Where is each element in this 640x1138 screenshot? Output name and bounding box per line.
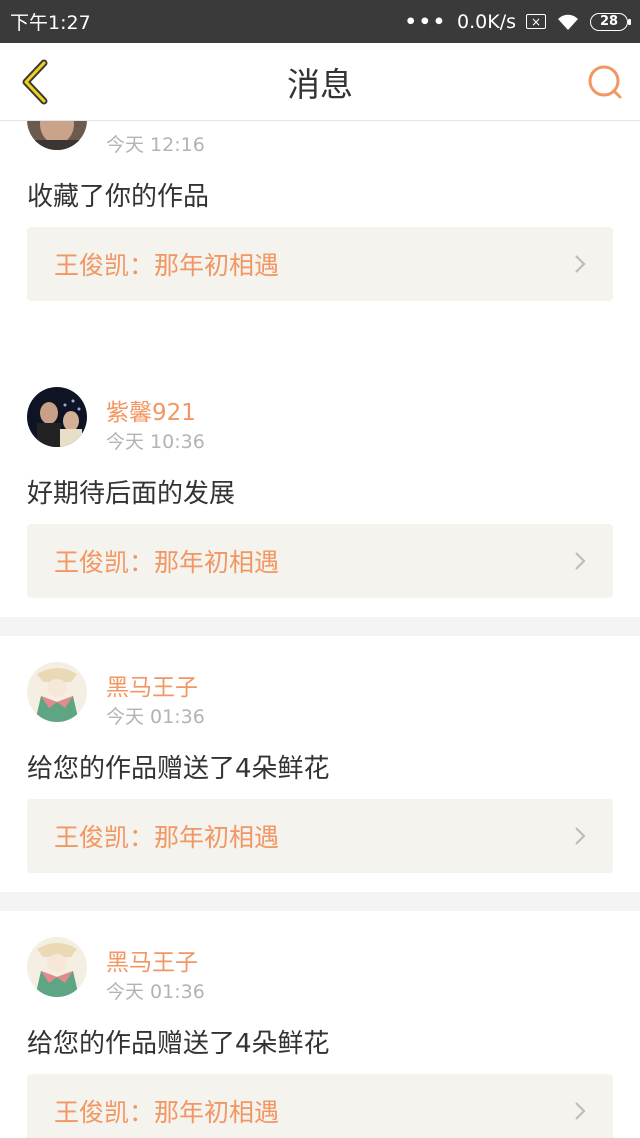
nav-bar: 消息 [0,43,640,121]
username[interactable]: 黑马王子 [106,943,198,977]
work-title: 王俊凯：那年初相遇 [54,548,280,577]
wifi-icon [558,14,578,30]
avatar[interactable] [27,387,87,447]
chevron-right-icon [575,255,586,273]
work-title: 王俊凯：那年初相遇 [54,1098,280,1127]
message-text: 给您的作品赠送了4朵鲜花 [27,1029,330,1059]
chevron-right-icon [575,827,586,845]
message-card: 黑马王子 今天 01:36 给您的作品赠送了4朵鲜花 王俊凯：那年初相遇 [0,911,640,1138]
avatar[interactable] [27,121,87,150]
timestamp: 今天 12:16 [106,134,205,156]
chevron-right-icon [575,1102,586,1120]
network-speed: 0.0K/s [457,10,516,33]
work-title: 王俊凯：那年初相遇 [54,823,280,852]
avatar[interactable] [27,937,87,997]
status-bar: 下午1:27 ••• 0.0K/s × 28 [0,0,640,43]
work-link[interactable]: 王俊凯：那年初相遇 [27,799,613,873]
avatar[interactable] [27,662,87,722]
status-time: 下午1:27 [10,12,91,34]
message-feed[interactable]: gtaig587 今天 12:16 收藏了你的作品 王俊凯：那年初相遇 紫馨92 [0,121,640,1138]
work-title: 王俊凯：那年初相遇 [54,251,280,280]
timestamp: 今天 01:36 [106,981,205,1003]
timestamp: 今天 01:36 [106,706,205,728]
status-icons: ••• 0.0K/s × 28 [404,10,631,33]
username[interactable]: gtaig587 [106,121,209,122]
sim-x-icon: × [526,14,546,29]
more-dots: ••• [404,10,448,33]
page-title: 消息 [287,64,353,104]
username[interactable]: 黑马王子 [106,668,198,702]
message-card: 黑马王子 今天 01:36 给您的作品赠送了4朵鲜花 王俊凯：那年初相遇 [0,636,640,892]
message-card: 紫馨921 今天 10:36 好期待后面的发展 王俊凯：那年初相遇 [0,361,640,617]
message-text: 好期待后面的发展 [27,479,236,509]
chevron-left-icon[interactable] [16,59,56,105]
work-link[interactable]: 王俊凯：那年初相遇 [27,227,613,301]
username[interactable]: 紫馨921 [106,393,196,427]
work-link[interactable]: 王俊凯：那年初相遇 [27,524,613,598]
search-icon[interactable] [586,63,624,101]
message-text: 收藏了你的作品 [27,182,210,212]
message-text: 给您的作品赠送了4朵鲜花 [27,754,330,784]
work-link[interactable]: 王俊凯：那年初相遇 [27,1074,613,1138]
battery-icon: 28 [590,12,631,31]
chevron-right-icon [575,552,586,570]
timestamp: 今天 10:36 [106,431,205,453]
